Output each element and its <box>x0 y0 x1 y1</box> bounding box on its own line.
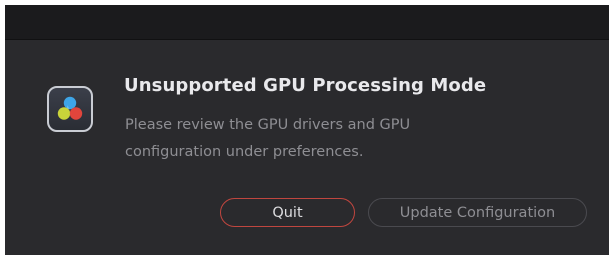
quit-button[interactable]: Quit <box>220 198 355 227</box>
update-configuration-button[interactable]: Update Configuration <box>368 198 587 227</box>
app-window: Unsupported GPU Processing Mode Please r… <box>5 5 609 255</box>
window-top-bar <box>5 5 609 40</box>
dialog-title: Unsupported GPU Processing Mode <box>124 75 487 96</box>
dialog-message: Please review the GPU drivers and GPU co… <box>125 117 411 160</box>
davinci-resolve-app-icon <box>47 86 93 132</box>
error-dialog: Unsupported GPU Processing Mode Please r… <box>5 40 609 255</box>
resolve-logo-icon <box>57 96 83 120</box>
